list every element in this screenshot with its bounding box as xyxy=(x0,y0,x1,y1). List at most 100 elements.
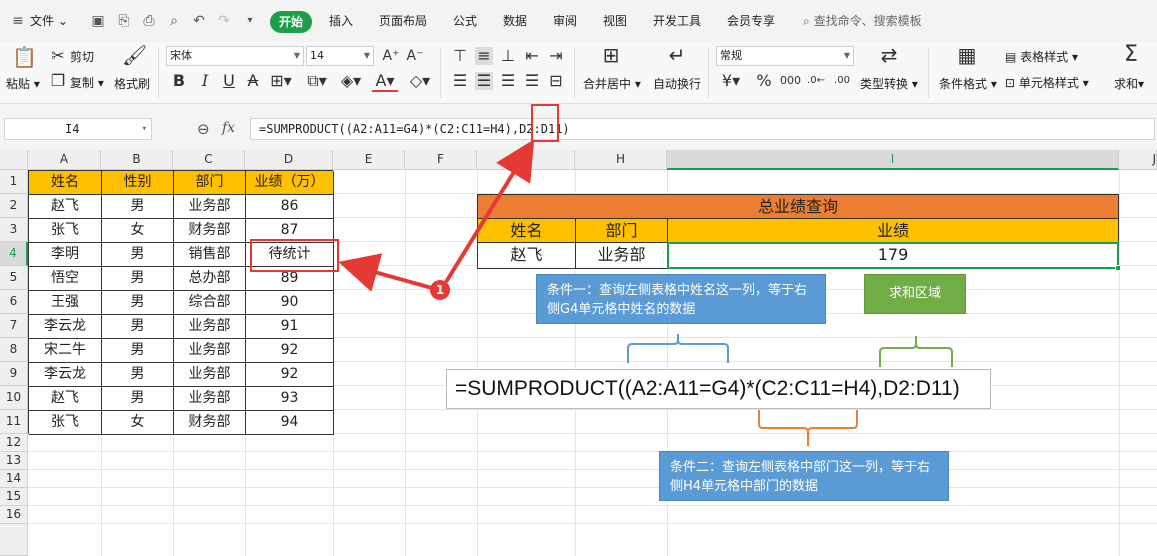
decrease-font-icon[interactable]: A⁻ xyxy=(406,47,424,65)
table-cell[interactable]: 92 xyxy=(246,363,334,387)
table-cell[interactable]: 总办部 xyxy=(174,267,246,291)
table-cell[interactable]: 94 xyxy=(246,411,334,435)
paste-button[interactable]: 粘贴 ▾ xyxy=(6,75,40,92)
cell-style-button[interactable]: ⊡ 单元格样式 ▾ xyxy=(1005,74,1089,91)
table-cell[interactable]: 业务部 xyxy=(174,387,246,411)
clear-format-icon[interactable]: ◇▾ xyxy=(406,72,434,90)
paste-icon[interactable]: 📋 xyxy=(12,47,37,67)
table-header-cell[interactable]: 部门 xyxy=(174,171,246,195)
cut-button[interactable]: 剪切 xyxy=(70,48,94,65)
row-header[interactable]: 14 xyxy=(0,470,28,488)
menu-icon[interactable]: ≡ xyxy=(10,13,26,29)
currency-icon[interactable]: ¥▾ xyxy=(720,72,742,90)
table-cell[interactable]: 男 xyxy=(102,363,174,387)
row-header[interactable]: 9 xyxy=(0,362,28,386)
more-icon[interactable]: ▾ xyxy=(242,13,258,29)
table-cell[interactable]: 男 xyxy=(102,195,174,219)
row-header[interactable]: 6 xyxy=(0,290,28,314)
table-cell[interactable]: 赵飞 xyxy=(29,195,102,219)
table-cell[interactable]: 销售部 xyxy=(174,243,246,267)
percent-icon[interactable]: % xyxy=(756,72,772,90)
thousands-icon[interactable]: 000 xyxy=(780,72,801,90)
zoom-icon[interactable]: ⊖ xyxy=(197,120,210,138)
font-name-select[interactable]: 宋体 ▼ xyxy=(166,46,304,66)
row-header[interactable] xyxy=(0,524,28,556)
table-header-cell[interactable]: 姓名 xyxy=(29,171,102,195)
query-name-cell[interactable]: 赵飞 xyxy=(478,243,576,269)
fill-handle[interactable] xyxy=(1115,265,1121,271)
merge-center-icon[interactable]: ⊞ xyxy=(598,45,624,65)
row-header[interactable]: 11 xyxy=(0,410,28,434)
table-cell[interactable]: 92 xyxy=(246,339,334,363)
row-header[interactable]: 7 xyxy=(0,314,28,338)
column-header-c[interactable]: C xyxy=(173,150,245,170)
row-header[interactable]: 8 xyxy=(0,338,28,362)
cut-icon[interactable]: ✂ xyxy=(50,47,66,65)
type-convert-button[interactable]: 类型转换 ▾ xyxy=(860,75,918,92)
row-header[interactable]: 13 xyxy=(0,452,28,470)
table-cell[interactable]: 男 xyxy=(102,315,174,339)
strikethrough-icon[interactable]: A xyxy=(244,72,262,90)
decrease-indent-icon[interactable]: ⇤ xyxy=(524,47,540,65)
column-header-j[interactable]: J xyxy=(1119,150,1157,170)
table-cell[interactable]: 业务部 xyxy=(174,315,246,339)
column-header-d[interactable]: D xyxy=(245,150,333,170)
table-cell[interactable]: 男 xyxy=(102,243,174,267)
file-menu[interactable]: 文件 ⌄ xyxy=(30,12,68,29)
tab-view[interactable]: 视图 xyxy=(603,12,627,29)
font-color-icon[interactable]: A▾ xyxy=(372,72,398,92)
italic-icon[interactable]: I xyxy=(196,72,214,90)
table-cell[interactable]: 悟空 xyxy=(29,267,102,291)
query-header-cell[interactable]: 业绩 xyxy=(668,219,1119,243)
name-box[interactable]: I4 ▾ xyxy=(4,118,152,140)
column-header-h[interactable]: H xyxy=(575,150,667,170)
column-header-e[interactable]: E xyxy=(333,150,405,170)
redo-icon[interactable]: ↷ xyxy=(216,13,232,29)
print-icon[interactable]: ⎙ xyxy=(141,13,157,29)
table-cell[interactable]: 男 xyxy=(102,387,174,411)
underline-icon[interactable]: U xyxy=(220,72,238,90)
export-icon[interactable]: ⎘ xyxy=(116,13,132,29)
fill-color-icon[interactable]: ◈▾ xyxy=(338,72,364,90)
table-cell[interactable]: 91 xyxy=(246,315,334,339)
search-box[interactable]: ⌕ 查找命令、搜索模板 xyxy=(803,12,922,29)
auto-wrap-icon[interactable]: ↵ xyxy=(664,45,690,65)
table-cell[interactable]: 宋二牛 xyxy=(29,339,102,363)
copy-icon[interactable]: ❐ xyxy=(50,72,66,90)
font-size-select[interactable]: 14 ▼ xyxy=(306,46,374,66)
table-cell[interactable]: 男 xyxy=(102,267,174,291)
increase-font-icon[interactable]: A⁺ xyxy=(382,47,400,65)
row-header[interactable]: 5 xyxy=(0,266,28,290)
bold-icon[interactable]: B xyxy=(170,72,188,90)
table-cell[interactable]: 业务部 xyxy=(174,195,246,219)
table-cell[interactable]: 张飞 xyxy=(29,219,102,243)
column-header-i[interactable]: I xyxy=(667,150,1119,170)
table-cell[interactable]: 财务部 xyxy=(174,411,246,435)
justify-icon[interactable]: ☰ xyxy=(524,72,540,90)
merge-center-button[interactable]: 合并居中 ▾ xyxy=(583,75,641,92)
column-header-a[interactable]: A xyxy=(28,150,101,170)
format-painter-button[interactable]: 格式刷 xyxy=(114,75,150,92)
distributed-icon[interactable]: ⊟ xyxy=(548,72,564,90)
row-header[interactable]: 4 xyxy=(0,242,28,266)
more-format-icon[interactable]: ⧉▾ xyxy=(304,72,330,90)
increase-decimal-icon[interactable]: .0← xyxy=(806,72,826,90)
tab-formulas[interactable]: 公式 xyxy=(453,12,477,29)
increase-indent-icon[interactable]: ⇥ xyxy=(548,47,564,65)
table-cell[interactable]: 90 xyxy=(246,291,334,315)
table-cell[interactable]: 财务部 xyxy=(174,219,246,243)
row-header[interactable]: 12 xyxy=(0,434,28,452)
table-cell[interactable]: 女 xyxy=(102,411,174,435)
table-cell[interactable]: 女 xyxy=(102,219,174,243)
table-cell[interactable]: 93 xyxy=(246,387,334,411)
decrease-decimal-icon[interactable]: .00 xyxy=(832,72,852,90)
tab-data[interactable]: 数据 xyxy=(503,12,527,29)
formula-input[interactable]: =SUMPRODUCT((A2:A11=G4)*(C2:C11=H4),D2:D… xyxy=(250,118,1155,140)
table-cell[interactable]: 业务部 xyxy=(174,363,246,387)
table-cell[interactable]: 86 xyxy=(246,195,334,219)
tab-start[interactable]: 开始 xyxy=(270,11,312,33)
tab-developer[interactable]: 开发工具 xyxy=(653,12,701,29)
conditional-format-button[interactable]: 条件格式 ▾ xyxy=(939,75,997,92)
table-cell[interactable]: 男 xyxy=(102,291,174,315)
align-center-icon[interactable]: ☰ xyxy=(475,72,493,90)
